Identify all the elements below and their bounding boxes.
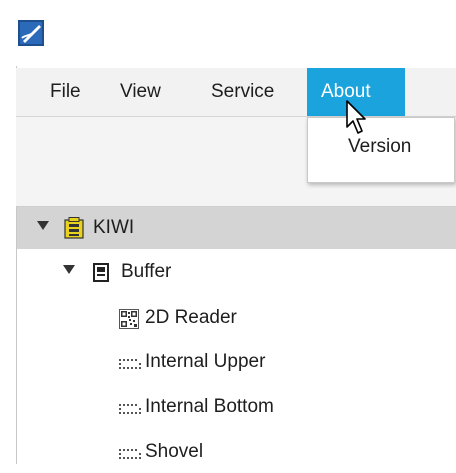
- tree-label-shovel: Shovel: [145, 441, 204, 462]
- expand-arrow-icon[interactable]: [37, 221, 49, 230]
- grid-slot-icon: [119, 404, 141, 414]
- tree-label-2d-reader: 2D Reader: [145, 307, 237, 328]
- grid-slot-icon: [119, 449, 141, 459]
- device-tree: KIWI Buffer 2D Reader Internal Upper Int…: [17, 207, 456, 464]
- grid-slot-icon: [119, 359, 141, 369]
- menu-item-version[interactable]: Version: [348, 136, 411, 158]
- menu-bar: File View Service About: [16, 68, 456, 117]
- menu-view[interactable]: View: [106, 68, 175, 116]
- about-dropdown: Version: [307, 117, 455, 183]
- mouse-cursor-icon: [346, 100, 366, 134]
- buffer-icon: [93, 263, 109, 282]
- qr-code-icon: [119, 309, 139, 329]
- tree-node-shovel[interactable]: Shovel: [17, 431, 456, 473]
- app-logo-icon: [18, 20, 44, 46]
- tree-label-internal-bottom: Internal Bottom: [145, 396, 274, 417]
- tree-label-buffer: Buffer: [121, 261, 172, 282]
- tree-label-kiwi: KIWI: [93, 217, 135, 238]
- expand-arrow-icon[interactable]: [63, 265, 75, 274]
- title-bar: [0, 0, 456, 66]
- tree-node-kiwi[interactable]: KIWI: [17, 207, 456, 249]
- menu-file[interactable]: File: [36, 68, 95, 116]
- tree-node-2d-reader[interactable]: 2D Reader: [17, 297, 456, 339]
- machine-icon: [64, 217, 84, 239]
- tree-node-internal-bottom[interactable]: Internal Bottom: [17, 386, 456, 428]
- tree-node-internal-upper[interactable]: Internal Upper: [17, 341, 456, 383]
- tree-label-internal-upper: Internal Upper: [145, 351, 266, 372]
- tree-node-buffer[interactable]: Buffer: [17, 251, 456, 293]
- menu-service[interactable]: Service: [197, 68, 288, 116]
